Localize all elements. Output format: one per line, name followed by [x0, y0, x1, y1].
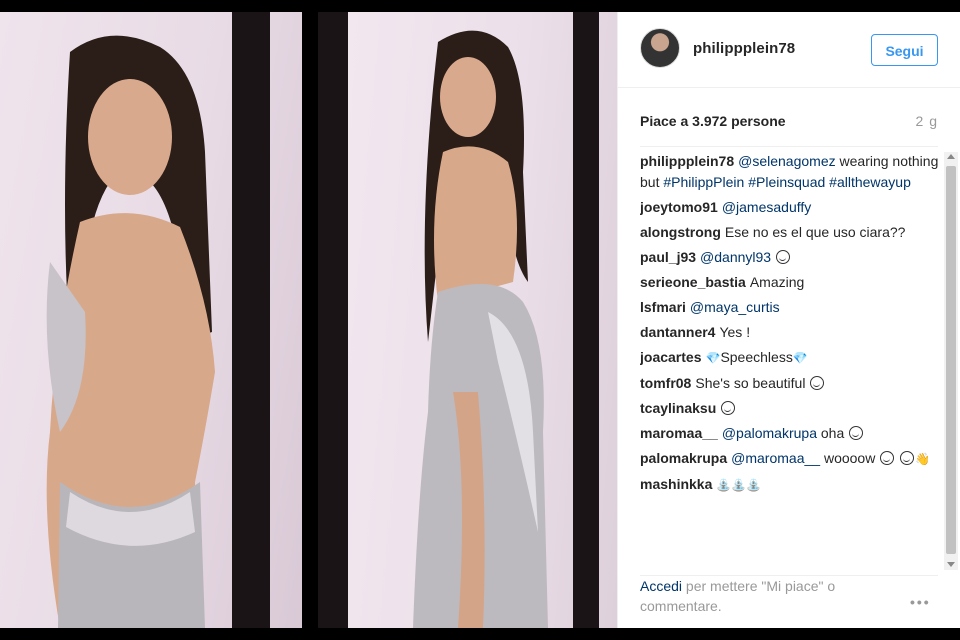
comment-username-link[interactable]: maromaa__: [640, 425, 718, 441]
photo-panel-left: [0, 12, 302, 628]
post-time: 2 g: [915, 113, 938, 129]
comment-item: joeytomo91 @jamesaduffy: [640, 197, 946, 218]
comment-text: She's so beautiful: [695, 375, 810, 391]
smiley-emoji-icon: [849, 426, 864, 440]
comment-username-link[interactable]: joacartes: [640, 349, 701, 365]
login-prompt: Accedi per mettere "Mi piace" o commenta…: [640, 576, 880, 616]
comment-username-link[interactable]: philippplein78: [640, 153, 734, 169]
photo-panel-right: [318, 12, 617, 628]
more-options-icon[interactable]: •••: [910, 594, 931, 610]
comment-text: Amazing: [749, 274, 805, 290]
comment-text: oha: [816, 425, 849, 441]
mention-link[interactable]: @selenagomez: [738, 153, 836, 169]
photo-divider: [302, 12, 318, 628]
comment-item: mashinkka ⛲⛲⛲: [640, 474, 946, 496]
comment-item: dantanner4 Yes !: [640, 322, 946, 343]
mention-link[interactable]: @palomakrupa: [722, 425, 817, 441]
comment-username-link[interactable]: paul_j93: [640, 249, 696, 265]
hashtag-link[interactable]: #allthewayup: [829, 174, 911, 190]
comment-item: tomfr08 She's so beautiful: [640, 373, 946, 394]
smiley-emoji-icon: [810, 376, 825, 390]
emoji-icon: 👋: [915, 452, 931, 466]
follow-button[interactable]: Segui: [871, 34, 938, 66]
comment-item: joacartes 💎Speechless💎: [640, 347, 946, 369]
comment-username-link[interactable]: alongstrong: [640, 224, 721, 240]
comment-item: lsfmari @maya_curtis: [640, 297, 946, 318]
comments-scrollbar[interactable]: [944, 152, 958, 570]
login-link[interactable]: Accedi: [640, 578, 682, 594]
hashtag-link[interactable]: #Pleinsquad: [748, 174, 825, 190]
mention-link[interactable]: @jamesaduffy: [722, 199, 811, 215]
scroll-thumb[interactable]: [946, 166, 956, 554]
mention-link[interactable]: @dannyl93: [700, 249, 771, 265]
comment-username-link[interactable]: joeytomo91: [640, 199, 718, 215]
comment-text: Speechless: [720, 349, 793, 365]
comment-text: [895, 450, 899, 466]
comment-text: Yes !: [719, 324, 751, 340]
comment-text: [771, 249, 775, 265]
model-figure-left: [46, 35, 216, 628]
avatar[interactable]: [640, 28, 680, 68]
hashtag-link[interactable]: #PhilippPlein: [663, 174, 744, 190]
comment-item: philippplein78 @selenagomez wearing nothi…: [640, 151, 946, 193]
mention-link[interactable]: @maromaa__: [731, 450, 820, 466]
comment-item: paul_j93 @dannyl93: [640, 247, 946, 268]
comment-text: Ese no es el que uso ciara??: [724, 224, 906, 240]
instagram-post-viewer: philippplein78 Segui Piace a 3.972 perso…: [0, 12, 960, 628]
post-header: philippplein78 Segui: [618, 12, 960, 88]
smiley-emoji-icon: [775, 250, 790, 264]
comment-item: maromaa__ @palomakrupa oha: [640, 423, 946, 444]
comment-username-link[interactable]: tomfr08: [640, 375, 691, 391]
divider: [640, 146, 938, 147]
comment-username-link[interactable]: dantanner4: [640, 324, 715, 340]
comment-username-link[interactable]: mashinkka: [640, 476, 712, 492]
smiley-emoji-icon: [721, 401, 736, 415]
emoji-icon: 💎: [792, 351, 808, 365]
emoji-icon: 💎: [705, 351, 721, 365]
post-photo[interactable]: [0, 12, 617, 628]
scroll-up-arrow-icon[interactable]: [947, 154, 955, 159]
comment-item: serieone_bastia Amazing: [640, 272, 946, 293]
comment-item: alongstrong Ese no es el que uso ciara??: [640, 222, 946, 243]
smiley-emoji-icon: [880, 451, 895, 465]
comment-username-link[interactable]: palomakrupa: [640, 450, 727, 466]
mention-link[interactable]: @maya_curtis: [690, 299, 780, 315]
comment-username-link[interactable]: lsfmari: [640, 299, 686, 315]
emoji-icon: ⛲⛲⛲: [716, 478, 762, 492]
comments-list[interactable]: philippplein78 @selenagomez wearing nothi…: [640, 151, 946, 571]
comment-username-link[interactable]: tcaylinaksu: [640, 400, 716, 416]
comment-text: woooow: [820, 450, 880, 466]
likes-count[interactable]: Piace a 3.972 persone: [640, 113, 786, 129]
comment-item: tcaylinaksu: [640, 398, 946, 419]
post-side-panel: philippplein78 Segui Piace a 3.972 perso…: [617, 12, 960, 628]
smiley-emoji-icon: [900, 451, 915, 465]
comment-item: palomakrupa @maromaa__ woooow 👋: [640, 448, 946, 470]
scroll-down-arrow-icon[interactable]: [947, 562, 955, 567]
comment-username-link[interactable]: serieone_bastia: [640, 274, 746, 290]
model-figure-right: [413, 30, 548, 628]
username-link[interactable]: philippplein78: [693, 40, 795, 57]
